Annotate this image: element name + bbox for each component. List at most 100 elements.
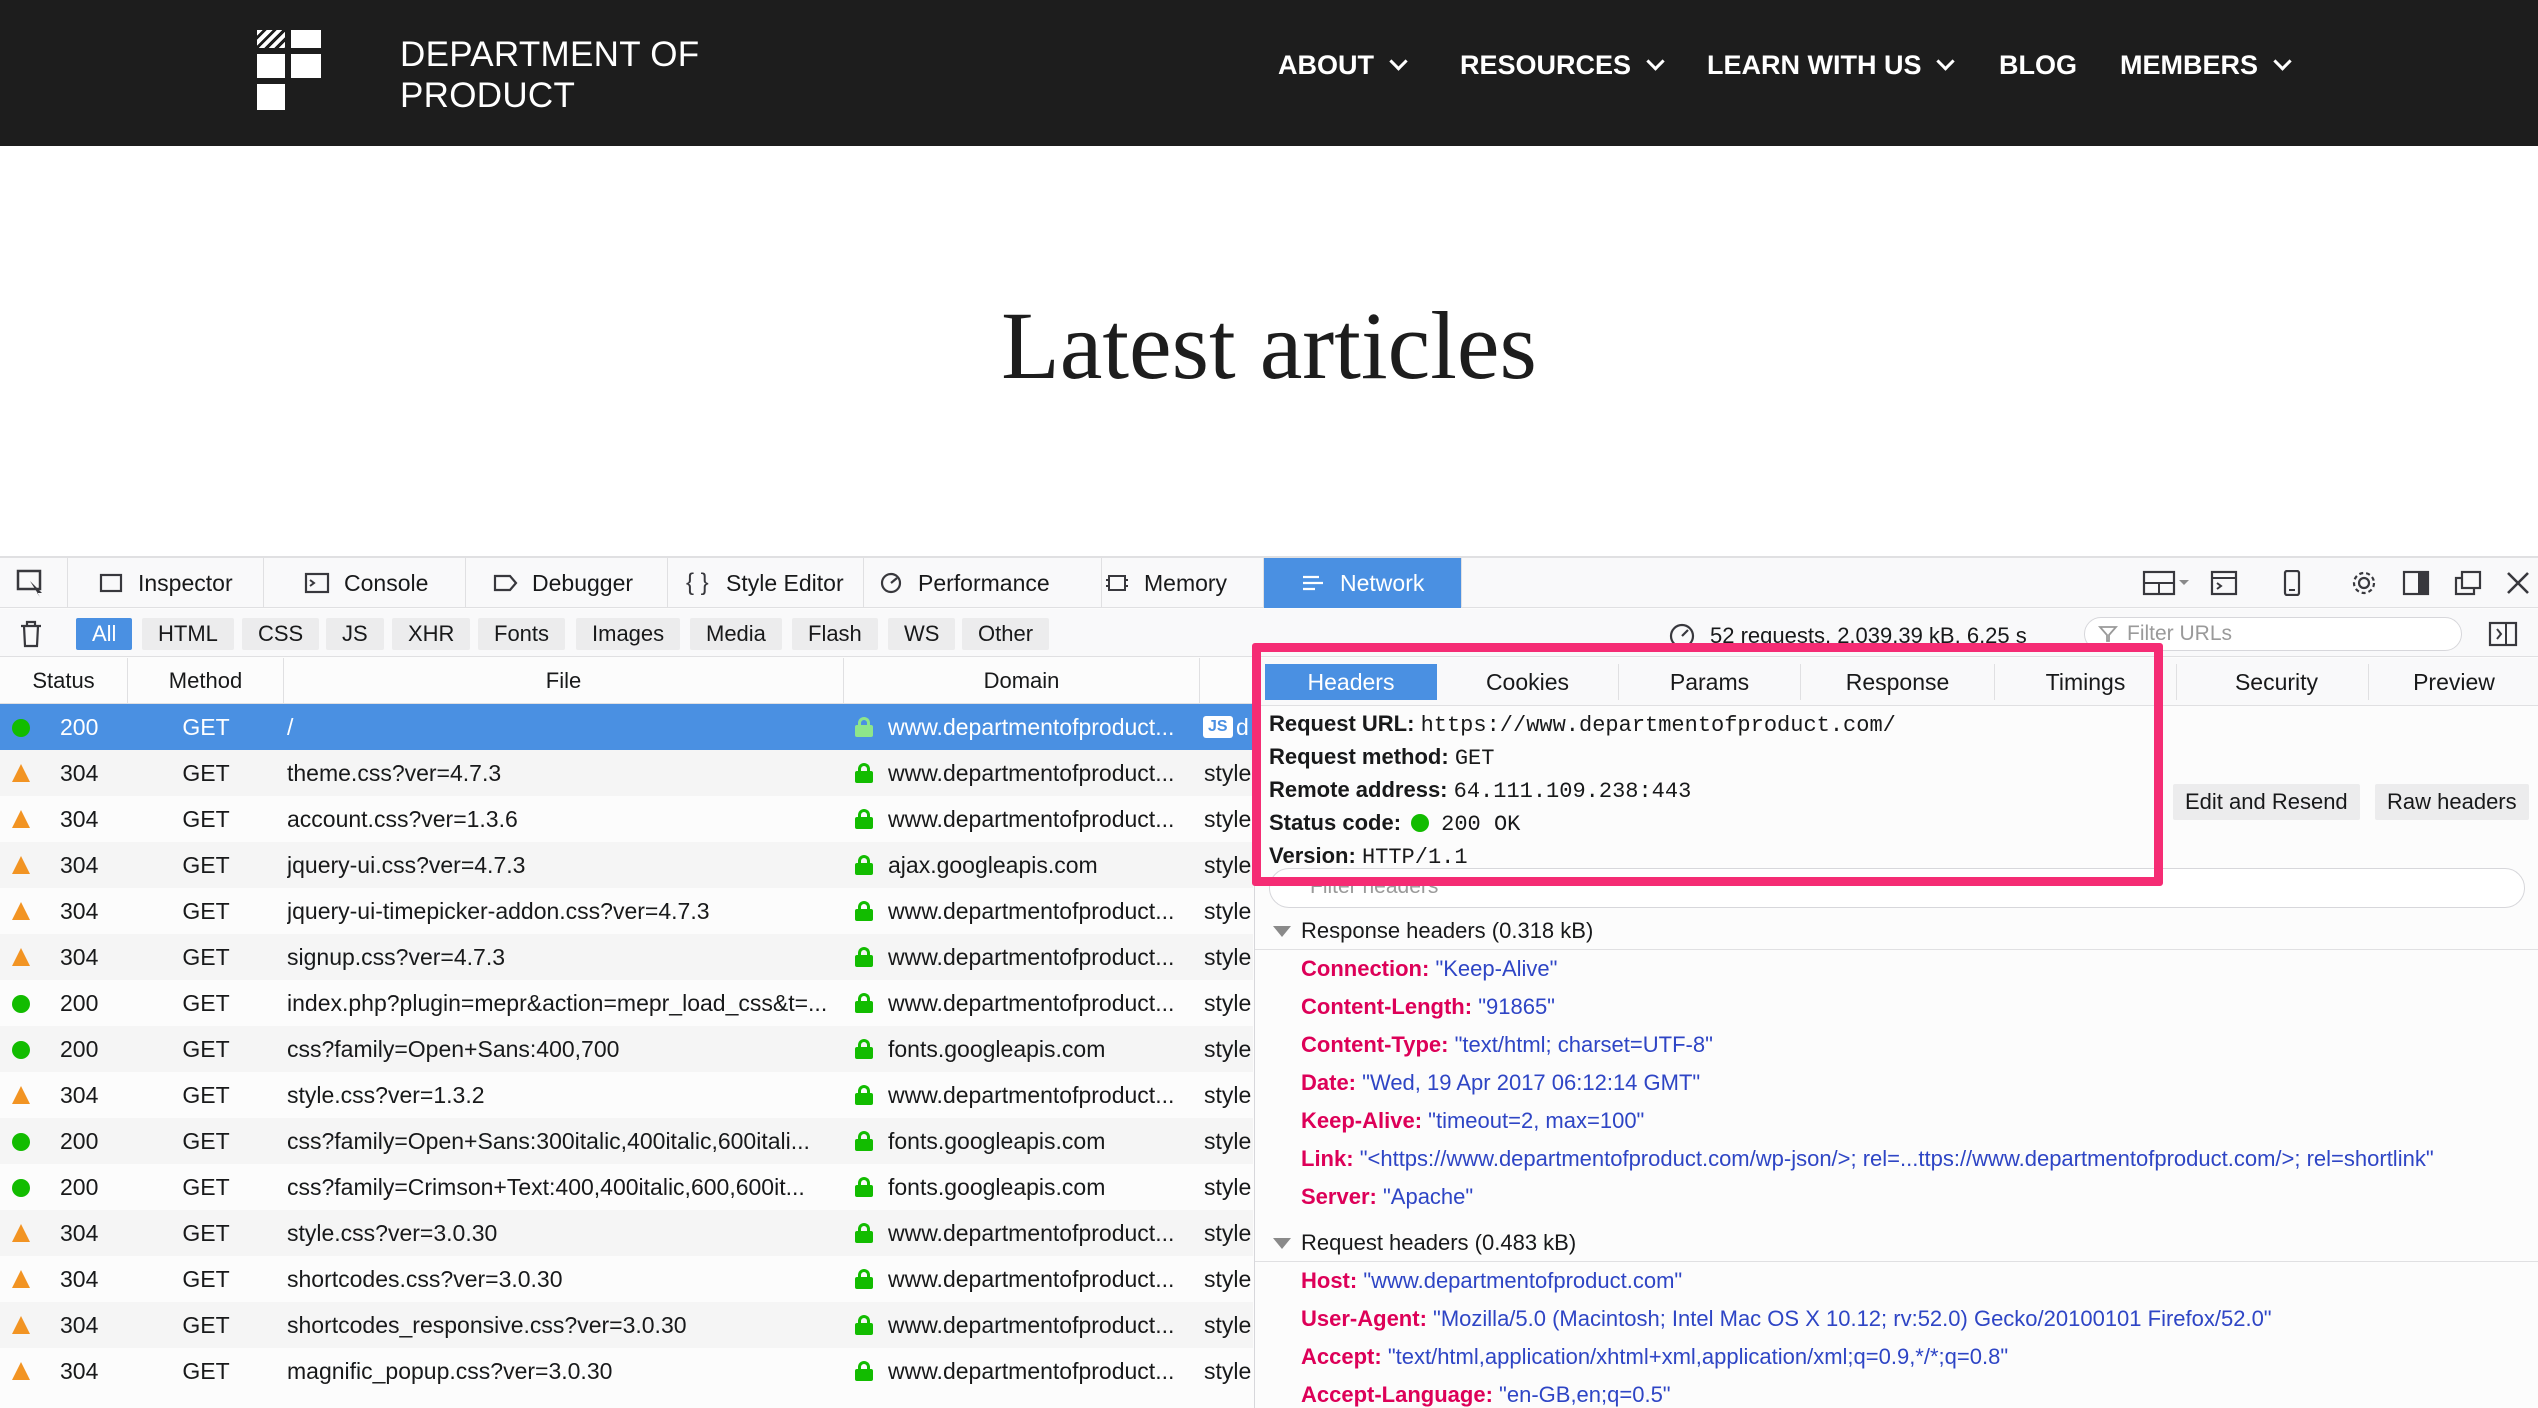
header-line[interactable]: Connection: "Keep-Alive" bbox=[1301, 950, 1557, 988]
tab-security[interactable]: Security bbox=[2185, 664, 2369, 700]
response-headers-section[interactable]: Response headers (0.318 kB) bbox=[1255, 912, 2538, 950]
filter-urls-input[interactable]: Filter URLs bbox=[2084, 617, 2462, 651]
table-row[interactable]: 304 GET shortcodes_responsive.css?ver=3.0.… bbox=[0, 1302, 1253, 1348]
header-line[interactable]: Content-Length: "91865" bbox=[1301, 988, 1555, 1026]
filter-all[interactable]: All bbox=[76, 618, 133, 650]
split-console-icon[interactable] bbox=[2210, 570, 2238, 596]
filter-media[interactable]: Media bbox=[690, 618, 782, 650]
nav-learn-with-us[interactable]: LEARN WITH US bbox=[1707, 50, 1956, 81]
tab-debugger[interactable]: Debugger bbox=[478, 558, 668, 608]
header-line[interactable]: Content-Type: "text/html; charset=UTF-8" bbox=[1301, 1026, 1713, 1064]
table-row[interactable]: 304 GET signup.css?ver=4.7.3 www.department… bbox=[0, 934, 1253, 980]
domain-cell: fonts.googleapis.com bbox=[888, 1174, 1106, 1200]
filter-headers-input[interactable]: Filter headers bbox=[1269, 868, 2525, 908]
filter-images[interactable]: Images bbox=[576, 618, 681, 650]
table-row[interactable]: 200 GET index.php?plugin=mepr&action=mepr_… bbox=[0, 980, 1253, 1026]
column-status[interactable]: Status bbox=[0, 658, 128, 704]
debugger-icon bbox=[493, 574, 518, 592]
status-ok-icon bbox=[1411, 814, 1430, 832]
table-row[interactable]: 304 GET magnific_popup.css?ver=3.0.30 www.d… bbox=[0, 1348, 1253, 1394]
nav-members-label: MEMBERS bbox=[2120, 50, 2259, 80]
remote-address-line: Remote address: 64.111.109.238:443 bbox=[1269, 774, 1896, 807]
method-cell: GET bbox=[182, 760, 230, 786]
filter-html[interactable]: HTML bbox=[142, 618, 234, 650]
request-url-label: Request URL: bbox=[1269, 711, 1415, 736]
nav-blog[interactable]: BLOG bbox=[1999, 50, 2077, 81]
column-method[interactable]: Method bbox=[128, 658, 284, 704]
header-line[interactable]: User-Agent: "Mozilla/5.0 (Macintosh; Int… bbox=[1301, 1300, 2272, 1338]
tab-memory[interactable]: Memory bbox=[1090, 558, 1264, 608]
tab-response[interactable]: Response bbox=[1801, 664, 1995, 700]
header-key: User-Agent: bbox=[1301, 1306, 1427, 1331]
table-row[interactable]: 304 GET shortcodes.css?ver=3.0.30 www.depar… bbox=[0, 1256, 1253, 1302]
table-row[interactable]: 200 GET css?family=Open+Sans:400,700 fonts.… bbox=[0, 1026, 1253, 1072]
nav-about[interactable]: ABOUT bbox=[1278, 50, 1408, 81]
filter-js[interactable]: JS bbox=[326, 618, 384, 650]
table-row[interactable]: 304 GET style.css?ver=1.3.2 www.departmento… bbox=[0, 1072, 1253, 1118]
tab-params[interactable]: Params bbox=[1619, 664, 1801, 700]
table-row[interactable]: 304 GET theme.css?ver=4.7.3 www.departmento… bbox=[0, 750, 1253, 796]
page: DEPARTMENT OF PRODUCT ABOUT RESOURCES LE… bbox=[0, 0, 2538, 1408]
table-row[interactable]: 200 GET / www.departmentofproduct... JS d bbox=[0, 704, 1253, 750]
header-line[interactable]: Date: "Wed, 19 Apr 2017 06:12:14 GMT" bbox=[1301, 1064, 1700, 1102]
page-title: Latest articles bbox=[1001, 292, 1537, 399]
tab-preview[interactable]: Preview bbox=[2369, 664, 2538, 700]
close-icon[interactable] bbox=[2504, 570, 2532, 596]
tab-timings[interactable]: Timings bbox=[1995, 664, 2177, 700]
filter-flash[interactable]: Flash bbox=[792, 618, 878, 650]
layout-toggle-icon[interactable] bbox=[2142, 570, 2190, 596]
tab-headers[interactable]: Headers bbox=[1265, 664, 1437, 700]
header-line[interactable]: Server: "Apache" bbox=[1301, 1178, 1473, 1216]
method-cell: GET bbox=[182, 1266, 230, 1292]
raw-headers-button[interactable]: Raw headers bbox=[2375, 784, 2529, 820]
element-picker-icon bbox=[16, 569, 42, 597]
header-line[interactable]: Keep-Alive: "timeout=2, max=100" bbox=[1301, 1102, 1644, 1140]
file-cell: account.css?ver=1.3.6 bbox=[287, 806, 518, 832]
filter-other[interactable]: Other bbox=[962, 618, 1050, 650]
tab-inspector[interactable]: Inspector bbox=[84, 558, 264, 608]
dock-side-icon[interactable] bbox=[2402, 570, 2430, 596]
file-cell: css?family=Open+Sans:300italic,400italic… bbox=[287, 1128, 810, 1154]
filter-ws[interactable]: WS bbox=[888, 618, 956, 650]
responsive-mode-icon[interactable] bbox=[2278, 570, 2306, 596]
table-row[interactable]: 200 GET css?family=Open+Sans:300italic,400… bbox=[0, 1118, 1253, 1164]
filter-css[interactable]: CSS bbox=[242, 618, 320, 650]
table-row[interactable]: 304 GET style.css?ver=3.0.30 www.department… bbox=[0, 1210, 1253, 1256]
trash-icon[interactable] bbox=[18, 619, 44, 649]
request-headers-section[interactable]: Request headers (0.483 kB) bbox=[1255, 1224, 2538, 1262]
element-picker-button[interactable] bbox=[0, 558, 68, 608]
nav-members[interactable]: MEMBERS bbox=[2120, 50, 2292, 81]
header-line[interactable]: Accept: "text/html,application/xhtml+xml… bbox=[1301, 1338, 2008, 1376]
filter-fonts[interactable]: Fonts bbox=[478, 618, 566, 650]
tab-network[interactable]: Network bbox=[1264, 558, 1462, 608]
table-row[interactable]: 304 GET jquery-ui-timepicker-addon.css?ver… bbox=[0, 888, 1253, 934]
header-line[interactable]: Host: "www.departmentofproduct.com" bbox=[1301, 1262, 1682, 1300]
header-key: Accept-Language: bbox=[1301, 1382, 1493, 1407]
edit-and-resend-button[interactable]: Edit and Resend bbox=[2173, 784, 2360, 820]
filter-xhr[interactable]: XHR bbox=[392, 618, 471, 650]
toggle-details-panel-icon[interactable] bbox=[2488, 621, 2518, 647]
settings-gear-icon[interactable] bbox=[2350, 570, 2378, 596]
chevron-down-icon bbox=[1646, 52, 1665, 71]
logo-icon[interactable] bbox=[257, 30, 321, 110]
header-line[interactable]: Link: "<https://www.departmentofproduct.… bbox=[1301, 1140, 2434, 1178]
site-logo-text[interactable]: DEPARTMENT OF PRODUCT bbox=[400, 34, 700, 116]
table-row[interactable]: 200 GET css?family=Crimson+Text:400,400ita… bbox=[0, 1164, 1253, 1210]
tab-performance[interactable]: Performance bbox=[864, 558, 1102, 608]
column-type[interactable] bbox=[1200, 658, 1253, 704]
undock-window-icon[interactable] bbox=[2454, 570, 2482, 596]
tab-style-editor[interactable]: { } Style Editor bbox=[672, 558, 864, 608]
nav-resources[interactable]: RESOURCES bbox=[1460, 50, 1665, 81]
status-cell: 304 bbox=[60, 1266, 99, 1292]
chevron-down-icon bbox=[1936, 52, 1956, 71]
inspector-icon bbox=[99, 573, 123, 593]
table-row[interactable]: 304 GET account.css?ver=1.3.6 www.departmen… bbox=[0, 796, 1253, 842]
column-domain[interactable]: Domain bbox=[844, 658, 1200, 704]
status-cell: 200 bbox=[60, 1128, 99, 1154]
type-cell: style bbox=[1204, 1312, 1252, 1338]
header-line[interactable]: Accept-Language: "en-GB,en;q=0.5" bbox=[1301, 1376, 1671, 1408]
tab-cookies[interactable]: Cookies bbox=[1437, 664, 1619, 700]
table-row[interactable]: 304 GET jquery-ui.css?ver=4.7.3 ajax.google… bbox=[0, 842, 1253, 888]
tab-console[interactable]: Console bbox=[290, 558, 466, 608]
column-file[interactable]: File bbox=[284, 658, 844, 704]
